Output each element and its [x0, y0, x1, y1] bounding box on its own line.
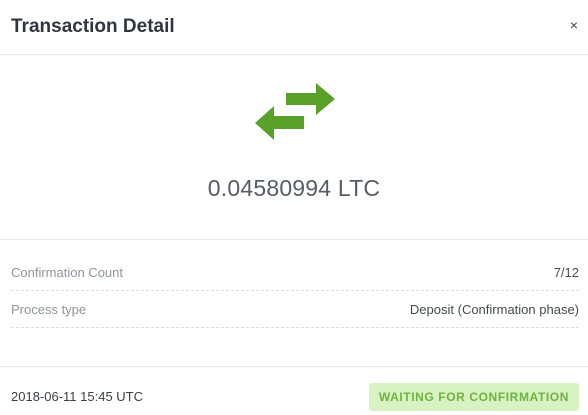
detail-label: Process type	[11, 301, 87, 317]
detail-value: 7/12	[553, 264, 579, 280]
transaction-amount: 0.04580994 LTC	[207, 175, 381, 201]
status-badge: WAITING FOR CONFIRMATION	[368, 383, 579, 411]
detail-value: Deposit (Confirmation phase)	[409, 301, 579, 317]
modal-footer: 2018-06-11 15:45 UTC WAITING FOR CONFIRM…	[0, 366, 588, 415]
detail-label: Confirmation Count	[11, 264, 123, 280]
detail-row-confirmation-count: Confirmation Count 7/12	[11, 254, 579, 291]
modal-header: Transaction Detail ×	[0, 0, 588, 55]
modal-title: Transaction Detail	[11, 16, 175, 37]
transaction-detail-modal: Transaction Detail × 0.04580994 LTC Conf…	[0, 0, 588, 415]
transaction-details: Confirmation Count 7/12 Process type Dep…	[0, 254, 588, 328]
detail-row-process-type: Process type Deposit (Confirmation phase…	[11, 291, 579, 328]
close-icon[interactable]: ×	[570, 17, 578, 33]
transaction-timestamp: 2018-06-11 15:45 UTC	[11, 389, 144, 404]
transaction-summary: 0.04580994 LTC	[0, 55, 588, 240]
transfer-arrows-icon	[254, 82, 336, 144]
